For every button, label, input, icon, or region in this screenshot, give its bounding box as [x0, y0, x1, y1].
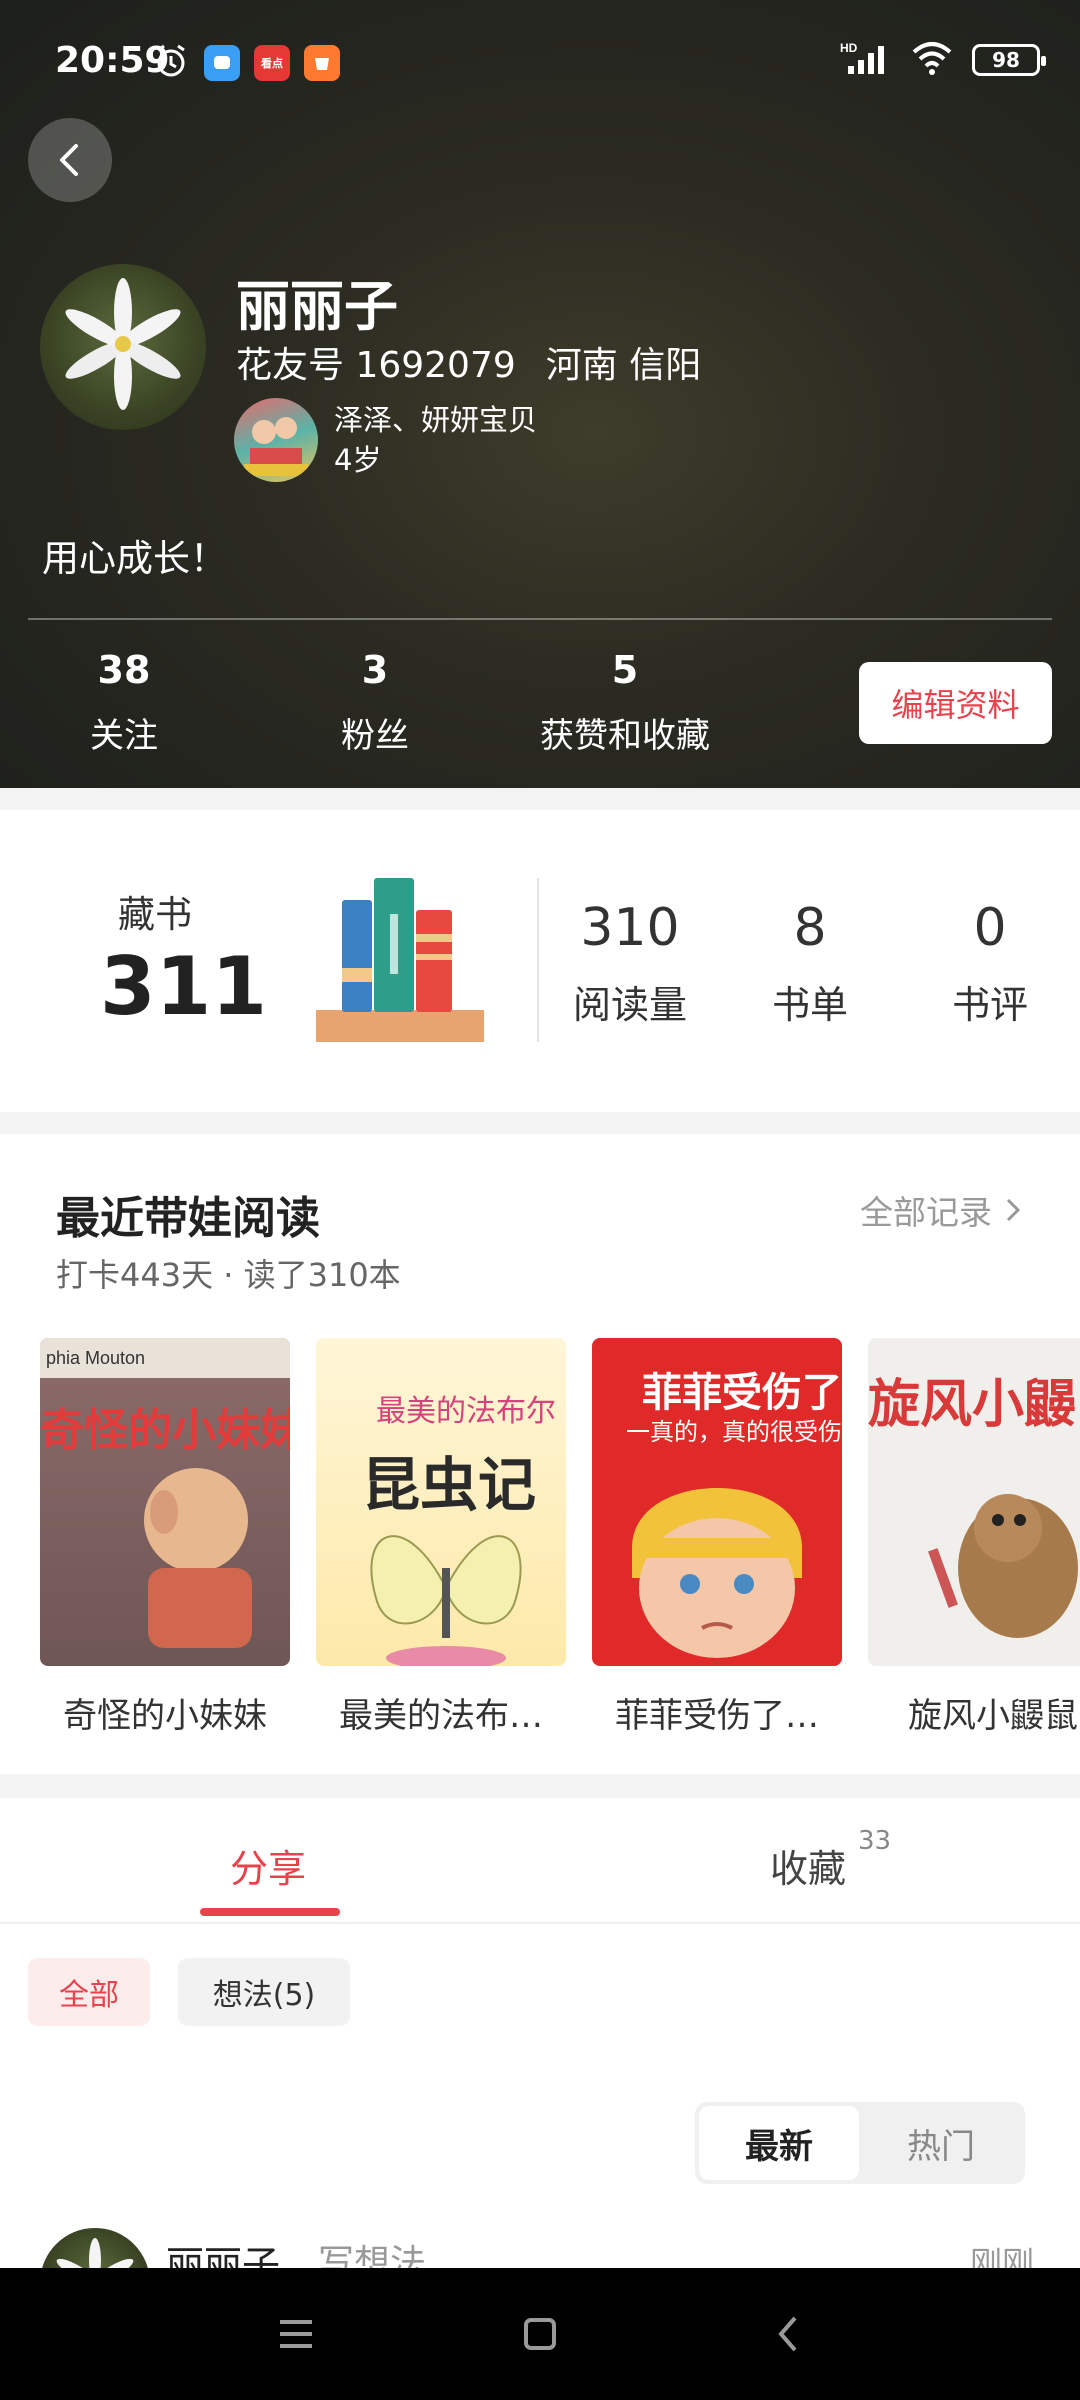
filter-all-chip[interactable]: 全部: [28, 1958, 150, 2026]
status-system-icons: HD 98: [840, 40, 1046, 80]
recent-reading-card: 最近带娃阅读 全部记录 打卡443天 · 读了310本 phia Mouton …: [0, 1134, 1080, 1774]
back-button[interactable]: [28, 118, 112, 202]
feed-section: 分享 收藏 33 全部 想法(5) 最新 热门 丽丽子 写想法 刚刚: [0, 1798, 1080, 2338]
user-location: 河南 信阳: [545, 345, 702, 386]
all-records-label: 全部记录: [860, 1193, 992, 1232]
book-item[interactable]: 最美的法布尔 昆虫记 最美的法布…: [316, 1338, 566, 1736]
book-stat-lists[interactable]: 8 书单: [750, 898, 870, 1029]
stat-following-value: 38: [97, 648, 151, 692]
stat-following[interactable]: 38 关注: [64, 648, 184, 757]
status-notification-icons: 看点: [152, 42, 340, 84]
book-item[interactable]: 菲菲受伤了 一真的，真的很受伤 菲菲受伤了…: [592, 1338, 842, 1736]
sort-hot-button[interactable]: 热门: [861, 2106, 1021, 2180]
lists-label: 书单: [771, 983, 848, 1027]
baby-details: 泽泽、妍妍宝贝 4岁: [334, 400, 537, 480]
svg-text:HD: HD: [840, 41, 858, 55]
user-bio: 用心成长！: [42, 537, 227, 580]
book-cover: phia Mouton 奇怪的小妹妹: [40, 1338, 290, 1666]
book-cover: 最美的法布尔 昆虫记: [316, 1338, 566, 1666]
stat-followers[interactable]: 3 粉丝: [315, 648, 435, 757]
reads-label: 阅读量: [572, 983, 687, 1027]
flower-id: 花友号 1692079: [236, 345, 516, 386]
baby-name: 泽泽、妍妍宝贝: [334, 403, 538, 437]
reads-value: 310: [580, 898, 680, 958]
home-square-icon: [524, 2318, 556, 2350]
home-button[interactable]: [504, 2298, 576, 2370]
book-title: 菲菲受伤了…: [615, 1696, 819, 1736]
cover-top-text: phia Mouton: [40, 1338, 290, 1378]
baby-age: 4岁: [334, 443, 382, 477]
reviews-label: 书评: [951, 983, 1028, 1027]
tab-divider: [0, 1922, 1080, 1924]
kandian-app-icon: 看点: [254, 45, 290, 81]
flower-avatar-image: [65, 278, 181, 410]
chevron-left-icon: [778, 2316, 797, 2352]
bookshelf-icon: [316, 878, 486, 1044]
stat-followers-label: 粉丝: [341, 716, 409, 756]
shopping-app-icon: [304, 45, 340, 81]
header-divider: [28, 618, 1052, 620]
status-bar: 20:59 看点 HD 98: [0, 0, 1080, 124]
system-navigation-bar: [0, 2268, 1080, 2400]
tab-share[interactable]: 分享: [230, 1838, 306, 1893]
chevron-right-icon: [1006, 1198, 1021, 1222]
book-title: 最美的法布…: [339, 1696, 543, 1736]
cover-subtitle-text: 最美的法布尔: [376, 1394, 556, 1429]
stats-divider: [537, 878, 539, 1042]
stat-following-label: 关注: [90, 716, 158, 756]
book-title: 奇怪的小妹妹: [63, 1696, 267, 1736]
menu-icon: [280, 2320, 312, 2348]
cover-title-text: 菲菲受伤了: [642, 1370, 842, 1416]
book-title: 旋风小鼹鼠: [908, 1696, 1078, 1736]
lists-value: 8: [793, 898, 827, 958]
collection-label: 藏书: [118, 893, 192, 936]
user-meta: 花友号 1692079 河南 信阳: [236, 336, 701, 388]
book-cover: 旋风小鼹: [868, 1338, 1080, 1666]
profile-header: 20:59 看点 HD 98 丽丽子 花友号 1692079 河南 信阳 泽泽、…: [0, 0, 1080, 788]
recent-apps-button[interactable]: [260, 2298, 332, 2370]
book-item[interactable]: phia Mouton 奇怪的小妹妹 奇怪的小妹妹: [40, 1338, 290, 1736]
user-name: 丽丽子: [236, 275, 398, 338]
all-records-link[interactable]: 全部记录: [860, 1186, 1024, 1234]
cover-title-text: 奇怪的小妹妹: [40, 1405, 290, 1456]
edit-profile-button[interactable]: 编辑资料: [859, 662, 1052, 744]
filter-ideas-chip[interactable]: 想法(5): [178, 1958, 350, 2026]
system-back-button[interactable]: [752, 2298, 824, 2370]
stat-likes-value: 5: [611, 648, 639, 692]
collect-count-badge: 33: [858, 1826, 892, 1856]
sort-newest-button[interactable]: 最新: [699, 2106, 859, 2180]
book-stat-reviews[interactable]: 0 书评: [930, 898, 1050, 1029]
battery-indicator: 98: [972, 44, 1046, 76]
chevron-left-icon: [60, 144, 78, 176]
tab-collect[interactable]: 收藏: [770, 1838, 846, 1893]
alarm-icon: [152, 42, 190, 84]
reviews-value: 0: [973, 898, 1007, 958]
user-avatar[interactable]: [40, 264, 206, 430]
active-tab-indicator: [200, 1908, 340, 1916]
signal-icon: HD: [840, 40, 892, 80]
cover-subtitle-text: 一真的，真的很受伤: [626, 1418, 842, 1446]
book-cover: 菲菲受伤了 一真的，真的很受伤: [592, 1338, 842, 1666]
wifi-icon: [910, 40, 954, 80]
book-stat-reads[interactable]: 310 阅读量: [560, 898, 700, 1029]
stat-likes[interactable]: 5 获赞和收藏: [520, 648, 730, 757]
recent-reading-title: 最近带娃阅读: [56, 1193, 320, 1244]
baby-avatar: [234, 398, 318, 482]
book-stats-card: 藏书 311 310 阅读量 8 书单 0 书评: [0, 810, 1080, 1112]
baby-info[interactable]: 泽泽、妍妍宝贝 4岁: [234, 398, 537, 482]
stat-followers-value: 3: [361, 648, 389, 692]
cover-title-text: 旋风小鼹: [868, 1375, 1077, 1435]
recent-reading-summary: 打卡443天 · 读了310本: [56, 1256, 401, 1294]
message-app-icon: [204, 45, 240, 81]
sort-toggle: 最新 热门: [695, 2102, 1025, 2184]
stat-likes-label: 获赞和收藏: [540, 716, 710, 756]
collection-count[interactable]: 311: [100, 940, 267, 1033]
book-item[interactable]: 旋风小鼹 旋风小鼹鼠: [868, 1338, 1080, 1736]
